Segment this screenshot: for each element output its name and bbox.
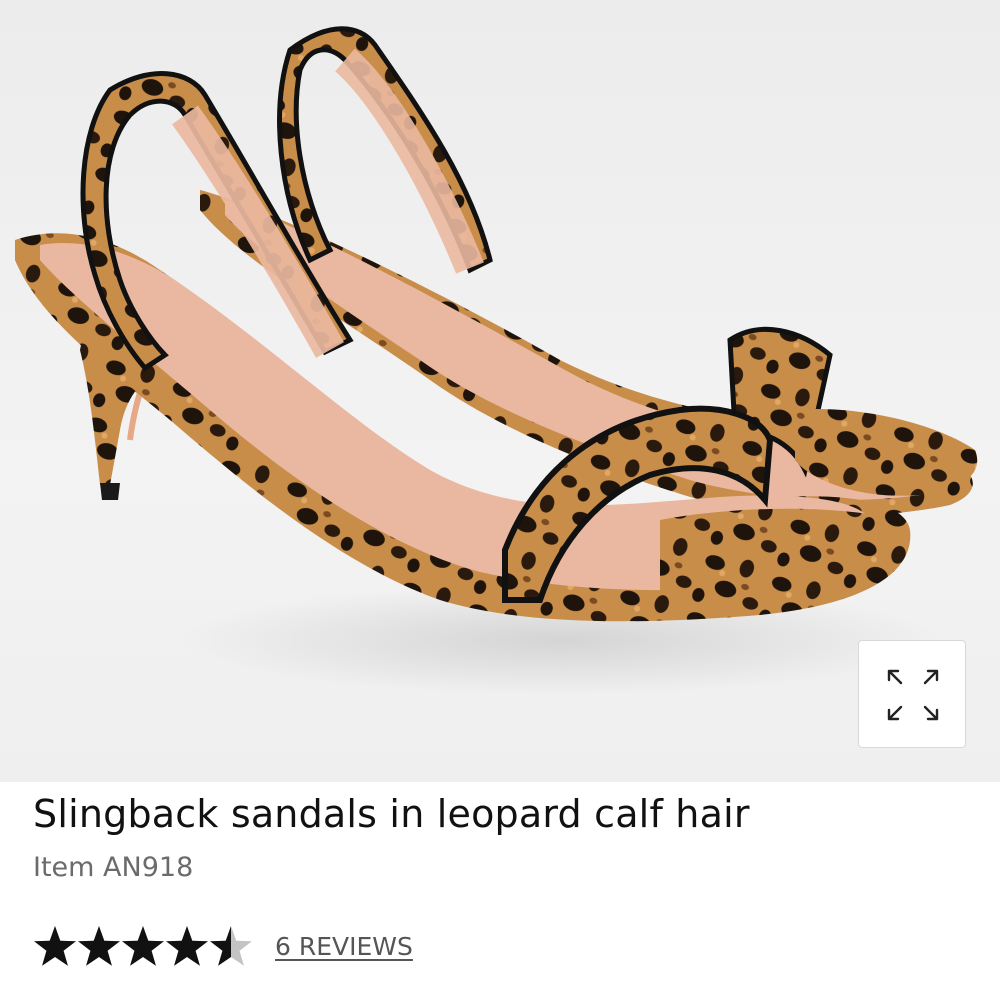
sandals-photo [15,26,978,695]
star-filled-icon [34,926,76,966]
product-title: Slingback sandals in leopard calf hair [33,792,750,836]
product-image[interactable] [0,0,1000,782]
expand-arrows-icon [887,669,939,721]
item-number: Item AN918 [33,852,194,883]
star-filled-icon [166,926,208,966]
star-rating [34,926,252,966]
reviews-link[interactable]: 6 REVIEWS [275,932,413,961]
expand-image-button[interactable] [858,640,966,748]
star-filled-icon [122,926,164,966]
star-filled-icon [78,926,120,966]
